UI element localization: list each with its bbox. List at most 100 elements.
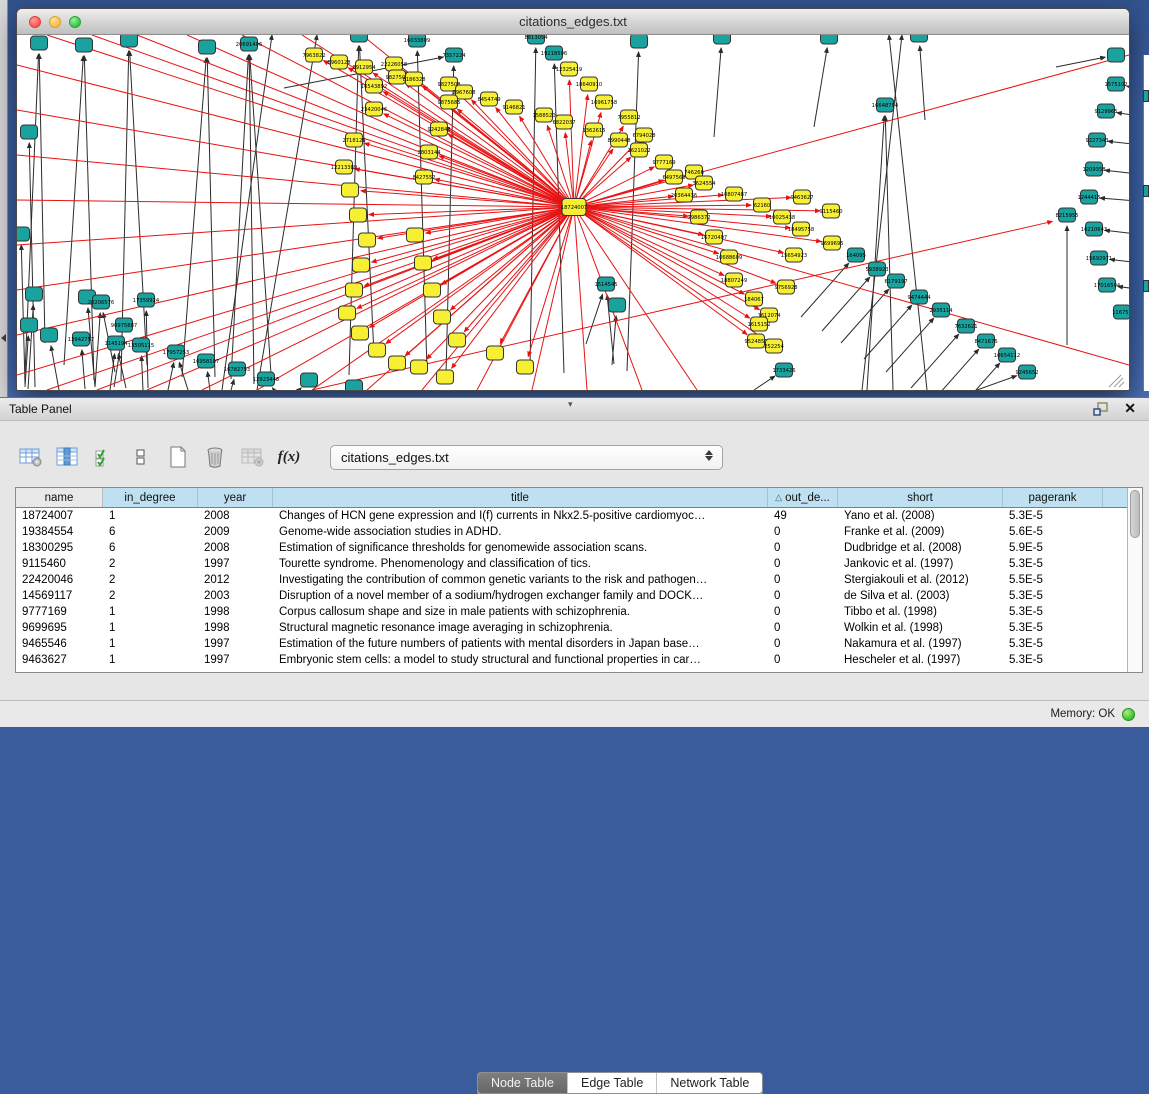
graph-node[interactable]: 1145194	[104, 336, 128, 350]
graph-node[interactable]: 15654923	[781, 248, 807, 262]
graph-node[interactable]: 8215955	[1055, 208, 1078, 222]
resize-grip[interactable]	[1109, 375, 1124, 387]
graph-node[interactable]: 116753	[1112, 305, 1129, 319]
vertical-scrollbar[interactable]	[1127, 488, 1142, 672]
graph-node[interactable]: 9227343	[1085, 133, 1108, 147]
graph-node[interactable]	[911, 35, 928, 42]
table-row[interactable]: 1938455462009Genome-wide association stu…	[16, 524, 1127, 540]
graph-node[interactable]	[31, 36, 48, 50]
graph-node[interactable]: 7986372	[687, 210, 710, 224]
graph-node[interactable]: 17016504	[1094, 278, 1121, 292]
graph-node[interactable]: 252254	[764, 339, 785, 353]
column-header-short[interactable]: short	[838, 488, 1003, 507]
graph-node[interactable]: 7963822	[302, 48, 325, 62]
graph-node[interactable]	[41, 328, 58, 342]
table-row[interactable]: 946554611997Estimation of the future num…	[16, 636, 1127, 652]
graph-node[interactable]: 3624554	[692, 176, 716, 190]
graph-node[interactable]: 8912954	[352, 60, 376, 74]
graph-node[interactable]: 12213389	[331, 160, 357, 174]
delete-row-icon[interactable]	[203, 445, 227, 469]
close-panel-icon[interactable]: ✕	[1124, 400, 1136, 417]
graph-node[interactable]	[353, 258, 370, 272]
rows-icon[interactable]	[129, 445, 153, 469]
graph-node[interactable]: 1615152	[747, 317, 770, 331]
graph-node[interactable]	[17, 227, 30, 241]
float-panel-icon[interactable]	[1093, 402, 1109, 417]
graph-node[interactable]	[339, 306, 356, 320]
graph-node[interactable]: 9245652	[1015, 365, 1038, 379]
graph-node[interactable]: 15692971	[1086, 251, 1112, 265]
graph-node[interactable]	[346, 283, 363, 297]
graph-node[interactable]: 10807487	[721, 187, 747, 201]
graph-node[interactable]: 16961758	[591, 95, 617, 109]
graph-node[interactable]: 9474444	[907, 290, 931, 304]
graph-node[interactable]: 16958107	[193, 354, 219, 368]
graph-node[interactable]: 9115460	[819, 204, 842, 218]
graph-node[interactable]	[301, 373, 318, 387]
delete-table-icon[interactable]	[240, 445, 264, 469]
column-header-title[interactable]: title	[273, 488, 768, 507]
graph-node[interactable]: 17359924	[133, 293, 160, 307]
table-row[interactable]: 977716911998Corpus callosum shape and si…	[16, 604, 1127, 620]
table-row[interactable]: 1830029562008Estimation of significance …	[16, 540, 1127, 556]
graph-node[interactable]: 9699695	[820, 236, 843, 250]
graph-node[interactable]: 16543892	[361, 79, 387, 93]
column-header-in_degree[interactable]: in_degree	[103, 488, 198, 507]
graph-node[interactable]: 18640910	[576, 77, 602, 91]
graph-node[interactable]	[346, 380, 363, 390]
table-row[interactable]: 1456911722003Disruption of a novel membe…	[16, 588, 1127, 604]
graph-node[interactable]	[821, 35, 838, 44]
table-row[interactable]: 969969511998Structural magnetic resonanc…	[16, 620, 1127, 636]
graph-node[interactable]: 16720407	[701, 230, 727, 244]
graph-node[interactable]: 8960128	[327, 55, 350, 69]
graph-node[interactable]	[351, 35, 368, 42]
graph-node[interactable]	[369, 343, 386, 357]
graph-node[interactable]: 1575102	[1104, 77, 1127, 91]
table-panel-header[interactable]: Table Panel ▾ ✕	[0, 398, 1149, 421]
graph-node[interactable]: 7955812	[617, 110, 640, 124]
graph-node[interactable]	[411, 360, 428, 374]
column-header-out_degree[interactable]: △out_de...	[768, 488, 838, 507]
graph-node[interactable]	[415, 256, 432, 270]
graph-node[interactable]: 20364436	[671, 188, 697, 202]
graph-node[interactable]: 6822037	[552, 115, 575, 129]
graph-node[interactable]: 9756928	[774, 280, 797, 294]
graph-node[interactable]: 9129965	[1094, 104, 1117, 118]
graph-node[interactable]	[121, 35, 138, 47]
new-table-icon[interactable]	[166, 445, 190, 469]
graph-node[interactable]	[449, 333, 466, 347]
graph-node[interactable]: 6794028	[632, 128, 655, 142]
graph-node[interactable]	[609, 298, 626, 312]
table-settings-icon[interactable]	[18, 445, 42, 469]
collapse-left-panel-icon[interactable]	[1, 334, 6, 342]
graph-node[interactable]: 12325419	[556, 62, 582, 76]
graph-node[interactable]: 12923448	[253, 372, 279, 386]
graph-node[interactable]: 16033809	[404, 35, 430, 47]
graph-node[interactable]	[359, 233, 376, 247]
column-header-name[interactable]: name	[16, 488, 103, 507]
graph-node[interactable]: 164095	[846, 248, 866, 262]
graph-node[interactable]: 19218506	[541, 46, 567, 60]
column-header-year[interactable]: year	[198, 488, 273, 507]
column-header-pagerank[interactable]: pagerank	[1003, 488, 1103, 507]
close-window-button[interactable]	[29, 16, 41, 28]
scrollbar-thumb[interactable]	[1130, 490, 1140, 538]
table-row[interactable]: 911546021997Tourette syndrome. Phenomeno…	[16, 556, 1127, 572]
graph-node[interactable]	[350, 208, 367, 222]
table-row[interactable]: 2242004622012Investigating the contribut…	[16, 572, 1127, 588]
graph-node[interactable]	[1108, 48, 1125, 62]
table-row[interactable]: 1872400712008Changes of HCN gene express…	[16, 508, 1127, 524]
graph-node[interactable]	[714, 35, 731, 44]
window-titlebar[interactable]: citations_edges.txt	[17, 9, 1129, 35]
graph-node[interactable]: 90975887	[111, 318, 137, 332]
graph-node[interactable]: 9242848	[427, 122, 450, 136]
graph-node[interactable]: 2718126	[342, 133, 365, 147]
graph-node[interactable]	[424, 283, 441, 297]
graph-node[interactable]: 9146821	[502, 100, 525, 114]
graph-node[interactable]: 8454749	[477, 92, 500, 106]
graph-node[interactable]	[389, 356, 406, 370]
graph-node[interactable]: 1621022	[627, 143, 650, 157]
graph-node[interactable]	[631, 35, 648, 48]
graph-node[interactable]: 9875685	[437, 95, 460, 109]
graph-node[interactable]	[517, 360, 534, 374]
